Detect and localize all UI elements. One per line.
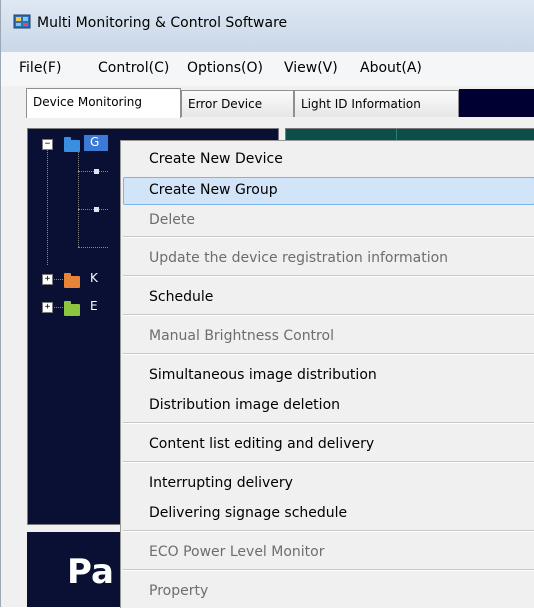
- tree-item-3[interactable]: E: [90, 299, 98, 313]
- tree-connector: [78, 151, 79, 247]
- expand-icon[interactable]: +: [42, 302, 53, 313]
- menu-item-update-registration[interactable]: Update the device registration informati…: [149, 250, 448, 266]
- tree-connector: [78, 247, 108, 248]
- menu-item-create-new-group[interactable]: Create New Group: [149, 182, 278, 198]
- expand-icon[interactable]: +: [42, 274, 53, 285]
- folder-icon: [64, 273, 80, 288]
- app-window: Multi Monitoring & Control Software File…: [0, 0, 534, 608]
- menu-item-simultaneous-distribution[interactable]: Simultaneous image distribution: [149, 367, 377, 383]
- device-icon: [94, 169, 99, 174]
- menu-separator: [123, 530, 534, 532]
- window-title: Multi Monitoring & Control Software: [37, 15, 288, 31]
- tree-connector: [78, 209, 108, 210]
- menu-control[interactable]: Control(C): [98, 60, 169, 76]
- tree-item-1[interactable]: G: [90, 135, 99, 149]
- title-bar: Multi Monitoring & Control Software: [1, 0, 534, 53]
- brand-logo-panel: Pa: [27, 532, 127, 607]
- menu-item-manual-brightness[interactable]: Manual Brightness Control: [149, 328, 334, 344]
- menu-separator: [123, 275, 534, 277]
- brand-logo: Pa: [67, 552, 114, 592]
- menu-item-property[interactable]: Property: [149, 583, 208, 599]
- menu-about[interactable]: About(A): [360, 60, 422, 76]
- menu-options[interactable]: Options(O): [187, 60, 263, 76]
- tab-device-monitoring[interactable]: Device Monitoring: [26, 88, 181, 118]
- collapse-icon[interactable]: −: [42, 139, 53, 150]
- menu-separator: [123, 314, 534, 316]
- tab-strip-filler: [459, 89, 534, 117]
- tree-connector: [47, 145, 48, 265]
- menu-separator: [123, 461, 534, 463]
- menu-item-create-new-device[interactable]: Create New Device: [149, 151, 283, 167]
- menu-separator: [123, 353, 534, 355]
- menu-separator: [123, 236, 534, 238]
- menu-item-delete[interactable]: Delete: [149, 212, 195, 228]
- device-icon: [94, 207, 99, 212]
- menu-item-distribution-deletion[interactable]: Distribution image deletion: [149, 397, 340, 413]
- tab-light-id-information[interactable]: Light ID Information: [294, 90, 459, 117]
- menu-bar: File(F) Control(C) Options(O) View(V) Ab…: [1, 52, 534, 87]
- menu-separator: [123, 569, 534, 571]
- menu-view[interactable]: View(V): [284, 60, 338, 76]
- menu-item-content-list[interactable]: Content list editing and delivery: [149, 436, 374, 452]
- context-menu: Create New Device Create New Group Delet…: [120, 140, 534, 608]
- tab-strip: Device Monitoring Error Device Light ID …: [1, 86, 534, 120]
- monitor-grid-icon: [13, 14, 31, 29]
- menu-item-interrupting-delivery[interactable]: Interrupting delivery: [149, 475, 293, 491]
- menu-item-eco-power-monitor[interactable]: ECO Power Level Monitor: [149, 544, 325, 560]
- tree-item-2[interactable]: K: [90, 271, 98, 285]
- menu-item-schedule[interactable]: Schedule: [149, 289, 213, 305]
- menu-file[interactable]: File(F): [19, 60, 61, 76]
- tree-connector: [78, 171, 108, 172]
- menu-separator: [123, 422, 534, 424]
- folder-icon: [64, 137, 80, 152]
- menu-item-signage-schedule[interactable]: Delivering signage schedule: [149, 505, 347, 521]
- folder-icon: [64, 301, 80, 316]
- tab-error-device[interactable]: Error Device: [181, 90, 294, 117]
